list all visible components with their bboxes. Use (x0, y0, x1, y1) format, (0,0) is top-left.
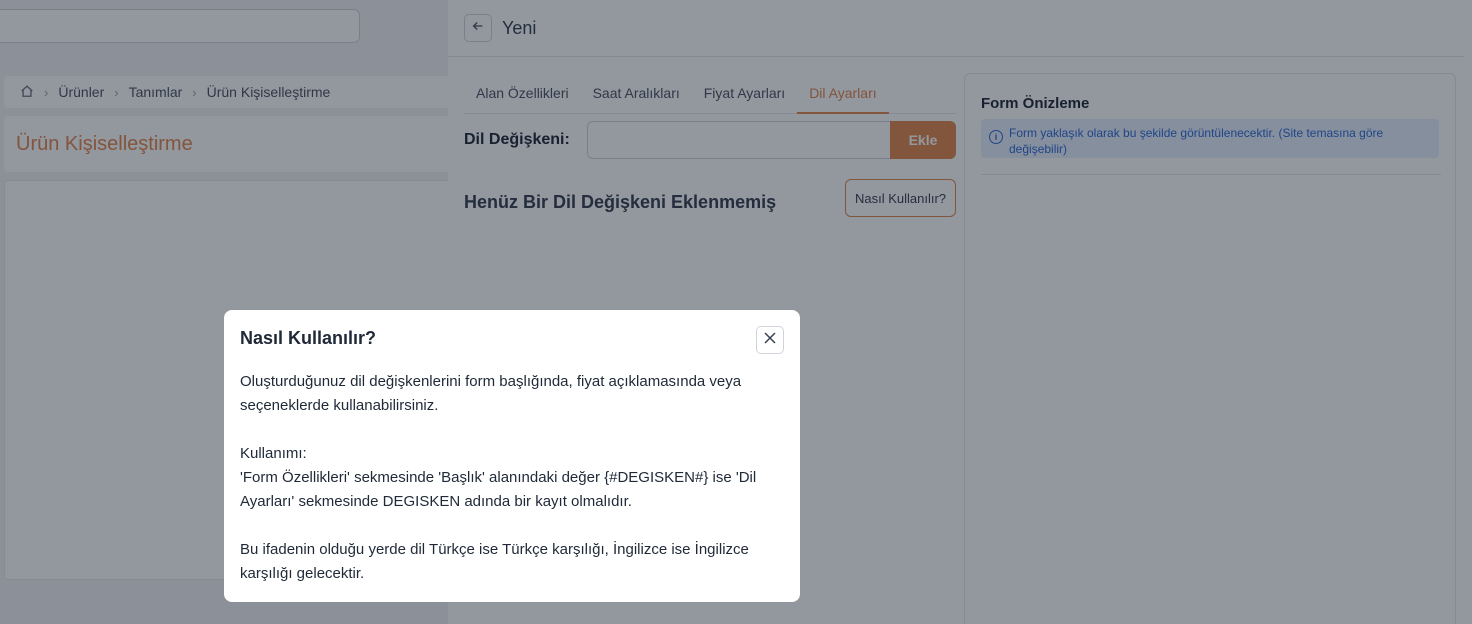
modal-body: Oluşturduğunuz dil değişkenlerini form b… (240, 370, 784, 586)
modal-title: Nasıl Kullanılır? (240, 328, 377, 348)
modal-paragraph: Oluşturduğunuz dil değişkenlerini form b… (240, 373, 742, 414)
modal-close-button[interactable] (756, 326, 784, 354)
modal-usage-heading: Kullanımı: (240, 445, 307, 462)
modal-paragraph: Kullanımı: 'Form Özellikleri' sekmesinde… (240, 442, 784, 514)
how-to-use-modal: Nasıl Kullanılır? Oluşturduğunuz dil değ… (224, 310, 800, 602)
modal-usage-body: 'Form Özellikleri' sekmesinde 'Başlık' a… (240, 469, 757, 510)
close-icon (764, 331, 776, 349)
modal-paragraph: Bu ifadenin olduğu yerde dil Türkçe ise … (240, 541, 749, 582)
